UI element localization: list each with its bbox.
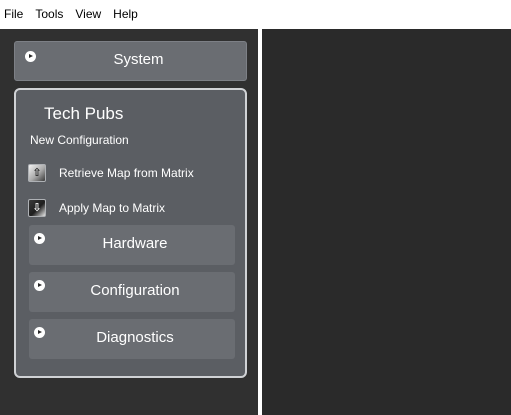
techpubs-title: Tech Pubs bbox=[44, 104, 124, 123]
menu-tools[interactable]: Tools bbox=[29, 0, 69, 29]
apply-map-icon: ⇩ bbox=[28, 199, 46, 217]
diagnostics-expander[interactable]: Diagnostics bbox=[29, 319, 235, 359]
system-expander[interactable]: System bbox=[14, 41, 247, 81]
apply-map-button[interactable]: ⇩ Apply Map to Matrix bbox=[28, 197, 238, 219]
retrieve-map-button[interactable]: ⇧ Retrieve Map from Matrix bbox=[28, 162, 238, 184]
hardware-expander[interactable]: Hardware bbox=[29, 225, 235, 265]
configuration-label: Configuration bbox=[90, 282, 180, 299]
hardware-label: Hardware bbox=[102, 235, 168, 252]
retrieve-map-label: Retrieve Map from Matrix bbox=[59, 166, 194, 180]
sidebar: System Tech Pubs New Configuration ⇧ Ret… bbox=[0, 29, 258, 415]
menu-help[interactable]: Help bbox=[107, 0, 144, 29]
configuration-expander[interactable]: Configuration bbox=[29, 272, 235, 312]
system-label: System bbox=[113, 51, 164, 68]
configuration-name: New Configuration bbox=[30, 133, 129, 147]
diagnostics-label: Diagnostics bbox=[96, 329, 174, 346]
menu-bar: File Tools View Help bbox=[0, 0, 511, 29]
play-circle-icon bbox=[25, 51, 36, 62]
menu-file[interactable]: File bbox=[0, 0, 29, 29]
main-content-pane bbox=[262, 29, 511, 415]
apply-map-label: Apply Map to Matrix bbox=[59, 201, 166, 215]
menu-view[interactable]: View bbox=[69, 0, 107, 29]
retrieve-map-icon: ⇧ bbox=[28, 164, 46, 182]
techpubs-panel: Tech Pubs New Configuration ⇧ Retrieve M… bbox=[14, 88, 247, 378]
